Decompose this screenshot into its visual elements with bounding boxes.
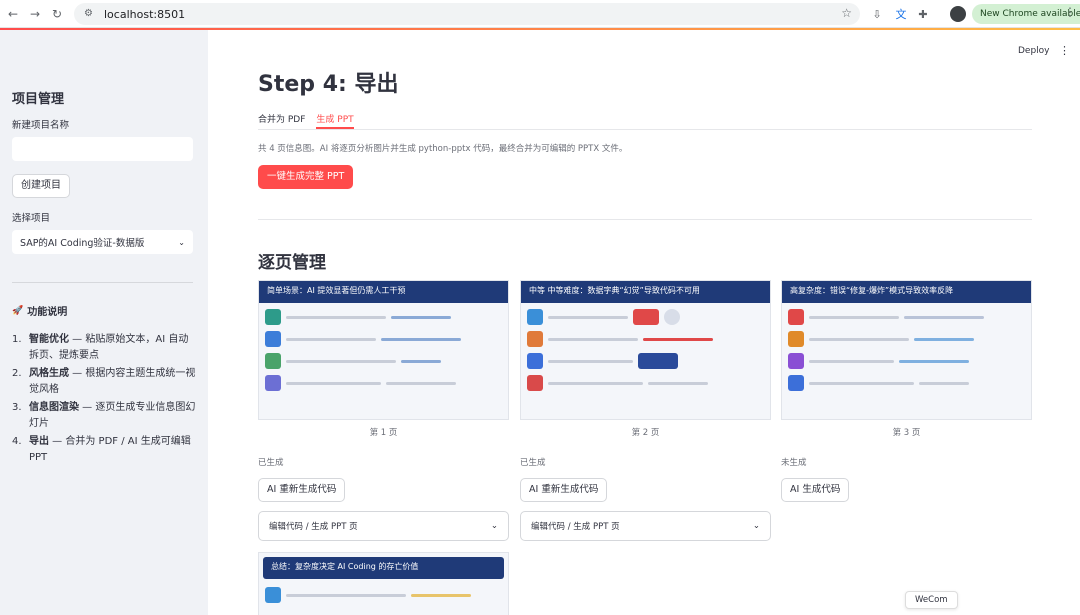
chevron-down-icon: ⌄ bbox=[178, 237, 185, 247]
regenerate-code-button[interactable]: AI 重新生成代码 bbox=[258, 478, 346, 502]
features-list: 1. 智能优化 — 粘贴原始文本，AI 自动拆页、提炼要点 2. 风格生成 — 根据… bbox=[12, 332, 196, 466]
thumbnail-title: 总结：复杂度决定 AI Coding 的存亡价值 bbox=[263, 557, 504, 579]
list-item: 2. 风格生成 — 根据内容主题生成统一视觉风格 bbox=[12, 368, 196, 395]
thumbnail-title: 高复杂度：错误“修复-爆炸”模式导致效率反降 bbox=[782, 281, 1031, 303]
list-item: 4. 导出 — 合并为 PDF / AI 生成可编辑 PPT bbox=[12, 436, 191, 463]
selected-project: SAP的AI Coding验证-数据版 bbox=[20, 238, 145, 249]
chevron-down-icon: ⌄ bbox=[752, 521, 760, 531]
generate-full-ppt-button[interactable]: 一键生成完整 PPT bbox=[258, 165, 354, 189]
back-icon[interactable]: ← bbox=[2, 3, 24, 25]
page-card-2: 中等 中等难度：数据字典“幻觉”导致代码不可用 第 2 页 已生成 AI 重新生… bbox=[520, 280, 771, 541]
thumbnail-title: 简单场景：AI 提效显著但仍需人工干预 bbox=[259, 281, 508, 303]
deploy-button[interactable]: Deploy bbox=[1018, 46, 1050, 56]
page-title: Step 4: 导出 bbox=[258, 72, 399, 97]
forward-icon[interactable]: → bbox=[24, 3, 46, 25]
url-text: localhost:8501 bbox=[104, 7, 186, 21]
page-status: 已生成 bbox=[258, 458, 284, 468]
tab-generate-ppt[interactable]: 生成 PPT bbox=[316, 112, 354, 129]
page-caption: 第 2 页 bbox=[631, 428, 660, 438]
new-project-input[interactable] bbox=[12, 137, 193, 161]
ppt-description: 共 4 页信息图。AI 将逐页分析图片并生成 python-pptx 代码，最终… bbox=[258, 144, 628, 154]
reload-icon[interactable]: ↻ bbox=[46, 3, 68, 25]
bookmark-star-icon[interactable]: ☆ bbox=[841, 6, 852, 20]
regenerate-code-button[interactable]: AI 重新生成代码 bbox=[520, 478, 608, 502]
page-status: 未生成 bbox=[781, 458, 807, 468]
page-thumbnail[interactable]: 总结：复杂度决定 AI Coding 的存亡价值 bbox=[258, 552, 509, 615]
address-bar[interactable]: ⚙ localhost:8501 ☆ bbox=[74, 3, 860, 25]
extensions-icon[interactable]: ✚ bbox=[914, 5, 932, 23]
list-item: 3. 信息图渲染 — 逐页生成专业信息图幻灯片 bbox=[12, 402, 196, 429]
thumbnail-title: 中等 中等难度：数据字典“幻觉”导致代码不可用 bbox=[521, 281, 770, 303]
select-project-label: 选择项目 bbox=[12, 213, 51, 224]
wecom-tooltip: WeCom bbox=[905, 591, 958, 609]
sidebar-title: 项目管理 bbox=[12, 92, 65, 107]
thumbnail-content bbox=[527, 309, 764, 413]
page-card-4: 总结：复杂度决定 AI Coding 的存亡价值 bbox=[258, 552, 509, 615]
page-thumbnail[interactable]: 高复杂度：错误“修复-爆炸”模式导致效率反降 bbox=[781, 280, 1032, 420]
page-status: 已生成 bbox=[520, 458, 546, 468]
tab-merge-pdf[interactable]: 合并为 PDF bbox=[258, 112, 305, 129]
export-tabs: 合并为 PDF 生成 PPT bbox=[258, 112, 1032, 130]
page-thumbnail[interactable]: 简单场景：AI 提效显著但仍需人工干预 bbox=[258, 280, 509, 420]
page-caption: 第 3 页 bbox=[892, 428, 921, 438]
page-card-1: 简单场景：AI 提效显著但仍需人工干预 第 1 页 已生成 AI 重新生成代码 … bbox=[258, 280, 509, 541]
create-project-button[interactable]: 创建项目 bbox=[12, 174, 70, 198]
sidebar: 项目管理 新建项目名称 创建项目 选择项目 SAP的AI Coding验证-数据… bbox=[0, 30, 208, 615]
generate-code-button[interactable]: AI 生成代码 bbox=[781, 478, 850, 502]
edit-code-expander[interactable]: 编辑代码 / 生成 PPT 页 ⌄ bbox=[258, 511, 509, 541]
page-thumbnail[interactable]: 中等 中等难度：数据字典“幻觉”导致代码不可用 bbox=[520, 280, 771, 420]
features-title: 🚀 功能说明 bbox=[12, 305, 68, 319]
site-info-icon[interactable]: ⚙ bbox=[84, 8, 96, 20]
browser-toolbar: ← → ↻ ⚙ localhost:8501 ☆ ⇩ 文 ✚ New Chrom… bbox=[0, 0, 1080, 28]
thumbnail-content bbox=[265, 309, 502, 413]
translate-icon[interactable]: 文 bbox=[892, 5, 910, 23]
section-title: 逐页管理 bbox=[258, 253, 326, 273]
thumbnail-content bbox=[788, 309, 1025, 413]
new-project-label: 新建项目名称 bbox=[12, 120, 70, 131]
sidebar-divider bbox=[12, 282, 193, 283]
edit-code-expander[interactable]: 编辑代码 / 生成 PPT 页 ⌄ bbox=[520, 511, 771, 541]
page-card-3: 高复杂度：错误“修复-爆炸”模式导致效率反降 第 3 页 未生成 AI 生成代码 bbox=[781, 280, 1032, 502]
install-app-icon[interactable]: ⇩ bbox=[868, 5, 886, 23]
thumbnail-content bbox=[265, 587, 502, 609]
page-caption: 第 1 页 bbox=[369, 428, 398, 438]
rocket-icon: 🚀 bbox=[12, 305, 24, 316]
profile-avatar[interactable] bbox=[950, 6, 966, 22]
main-menu-icon[interactable]: ⋮ bbox=[1059, 44, 1070, 57]
chevron-down-icon: ⌄ bbox=[490, 521, 498, 531]
list-item: 1. 智能优化 — 粘贴原始文本，AI 自动拆页、提炼要点 bbox=[12, 334, 189, 361]
project-select[interactable]: SAP的AI Coding验证-数据版 ⌄ bbox=[12, 230, 193, 254]
section-divider bbox=[258, 219, 1032, 220]
browser-menu-icon[interactable]: ⋮ bbox=[1064, 5, 1076, 19]
